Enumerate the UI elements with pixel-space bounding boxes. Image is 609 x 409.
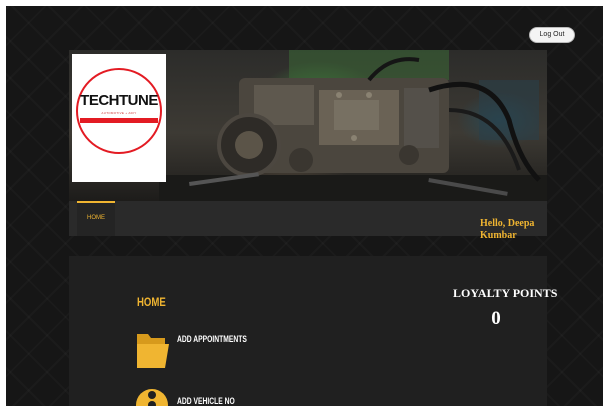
add-appointments-link[interactable]: ADD APPOINTMENTS xyxy=(135,328,255,368)
add-appointments-label: ADD APPOINTMENTS xyxy=(177,334,247,344)
logo-wordmark: TECHTUNE xyxy=(80,92,158,109)
add-vehicle-no-link[interactable]: ADD VEHICLE NO xyxy=(135,388,255,406)
logout-button[interactable]: Log Out xyxy=(529,27,575,43)
add-vehicle-no-label: ADD VEHICLE NO xyxy=(177,396,235,406)
techtune-logo: TECHTUNE AUTOMOTIVE + ADIY xyxy=(72,54,166,182)
navbar: HOME Hello, Deepa Kumbar xyxy=(69,201,547,241)
nav-tab-home[interactable]: HOME xyxy=(77,201,115,236)
folder-icon xyxy=(137,334,169,368)
user-greeting: Hello, Deepa Kumbar xyxy=(480,218,535,241)
loyalty-points-value: 0 xyxy=(491,308,501,329)
wheel-icon xyxy=(136,389,168,406)
loyalty-points-title: LOYALTY POINTS xyxy=(453,286,558,300)
page-background: Log Out TECHTUNE AUTOMOTIVE + ADIY HOME … xyxy=(6,6,603,406)
page-title: HOME xyxy=(137,295,166,309)
dashboard-panel: HOME ADD APPOINTMENTS ADD VEHICLE NO LOY… xyxy=(69,256,557,406)
logo-red-bar xyxy=(80,118,158,123)
logo-subtitle: AUTOMOTIVE + ADIY xyxy=(101,111,137,115)
logo-circle: TECHTUNE AUTOMOTIVE + ADIY xyxy=(76,68,162,154)
